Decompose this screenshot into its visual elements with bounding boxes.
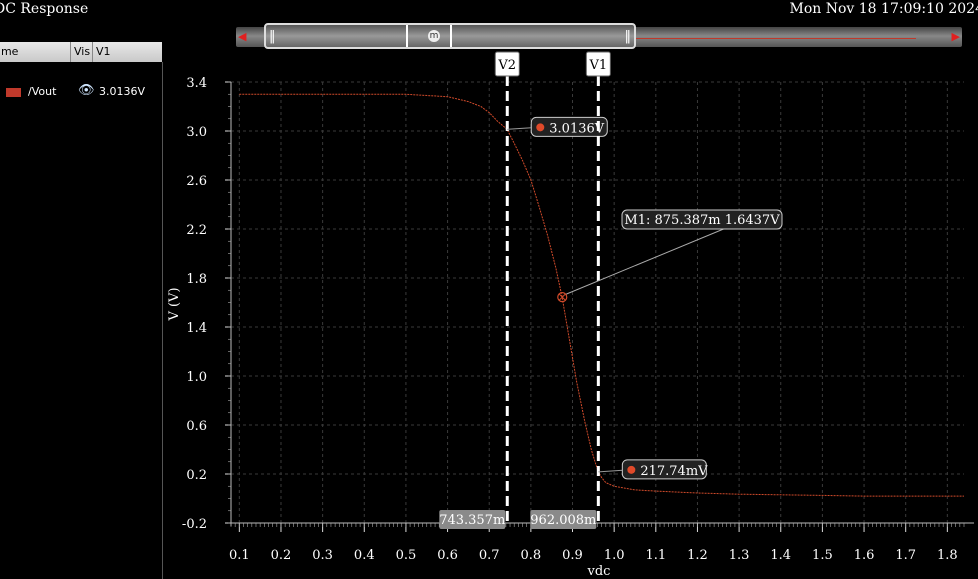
x-tick-label: 0.3 [312, 548, 333, 563]
waveform-plot[interactable]: 0.1 0.2 0.3 0.4 0.5 0.6 0.7 0.8 0.9 1.0 1.1 1.2 1.3 1… [0, 0, 978, 579]
y-tick-label: 1.8 [186, 272, 207, 287]
cursor-point-icon [536, 123, 545, 132]
x-tick-label: 0.7 [479, 548, 500, 563]
y-tick-label: 3.4 [186, 76, 207, 91]
y-tick-label: 0.2 [186, 468, 207, 483]
x-tick-label: 1.6 [854, 548, 875, 563]
y-tick-label: 2.6 [186, 174, 207, 189]
y-tick-label: 0.6 [186, 419, 207, 434]
x-tick-label: 0.5 [396, 548, 417, 563]
x-tick-label: 1.0 [604, 548, 625, 563]
x-axis-label: vdc [587, 564, 611, 579]
cursor-label-v1: V1 [589, 58, 608, 73]
x-tick-label: 1.2 [687, 548, 708, 563]
cursor-x-readout: 962.008m [530, 513, 596, 528]
cursor-y-readout: 3.0136V [549, 121, 604, 136]
trace-vout[interactable] [239, 93, 964, 497]
x-tick-label: 1.8 [937, 548, 958, 563]
x-tick-label: 1.1 [645, 548, 666, 563]
cursor-y-readout: 217.74mV [640, 464, 708, 479]
y-axis-label: V (V) [167, 287, 182, 321]
x-tick-label: 1.7 [895, 548, 916, 563]
marker-m1-label: M1: 875.387m 1.6437V [624, 213, 780, 228]
y-tick-label: 3.0 [186, 125, 207, 140]
x-tick-label: 0.8 [521, 548, 542, 563]
cursor-point-icon [627, 465, 636, 474]
x-tick-label: 0.6 [437, 548, 458, 563]
plot-axes [228, 82, 974, 526]
cursor-layer: V2 743.357m 3.0136V V1 962.008m 217.74mV [439, 51, 708, 529]
x-tick-label: 0.1 [229, 548, 250, 563]
y-tick-label: 1.4 [186, 321, 207, 336]
cursor-label-v2: V2 [497, 58, 516, 73]
x-tick-label: 1.5 [812, 548, 833, 563]
marker-layer: M1: 875.387m 1.6437V [557, 209, 783, 303]
y-tick-label: -0.2 [182, 517, 207, 532]
y-tick-label: 2.2 [186, 223, 207, 238]
cursor-x-readout: 743.357m [439, 513, 505, 528]
x-tick-label: 0.9 [562, 548, 583, 563]
marker-leader-line [566, 227, 727, 295]
x-tick-label: 0.4 [354, 548, 375, 563]
x-tick-label: 1.3 [729, 548, 750, 563]
x-tick-label: 1.4 [770, 548, 791, 563]
y-tick-label: 1.0 [186, 370, 207, 385]
x-tick-label: 0.2 [271, 548, 292, 563]
